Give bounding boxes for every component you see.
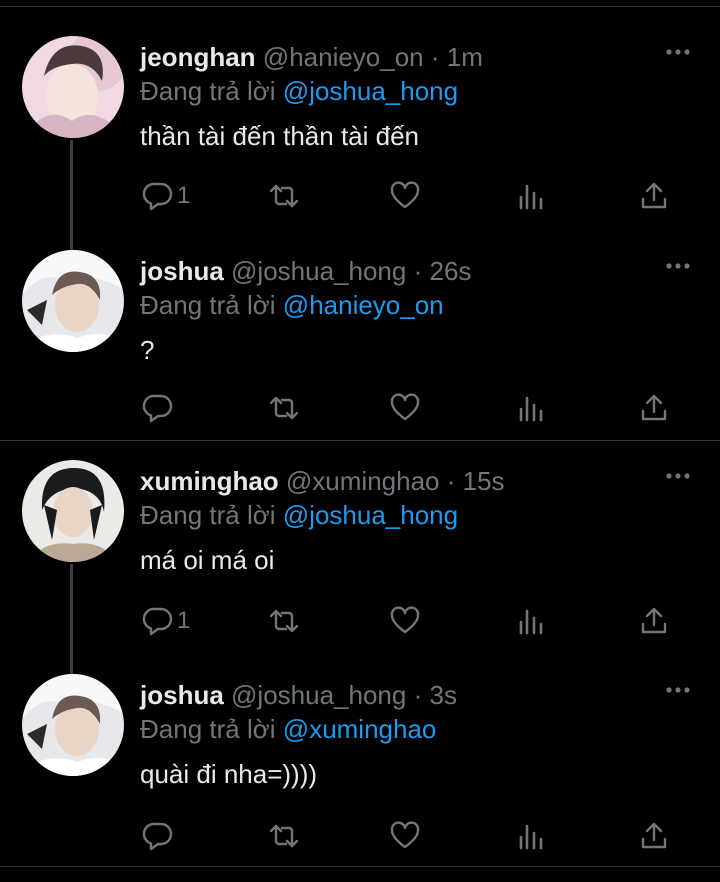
handle[interactable]: @joshua_hong bbox=[231, 256, 406, 286]
top-divider bbox=[0, 6, 720, 7]
display-name[interactable]: xuminghao bbox=[140, 466, 279, 496]
timestamp[interactable]: 26s bbox=[429, 256, 471, 286]
reply-button[interactable] bbox=[142, 390, 177, 426]
analytics-icon bbox=[519, 184, 543, 210]
more-icon[interactable] bbox=[664, 256, 692, 276]
mention-link[interactable]: @xuminghao bbox=[283, 714, 437, 744]
replying-to: Đang trả lời @hanieyo_on bbox=[140, 289, 444, 321]
reply-icon bbox=[142, 607, 173, 636]
analytics-button[interactable] bbox=[515, 603, 547, 639]
more-icon[interactable] bbox=[664, 42, 692, 62]
share-icon bbox=[641, 182, 667, 209]
mention-link[interactable]: @joshua_hong bbox=[283, 76, 458, 106]
analytics-icon bbox=[519, 824, 543, 850]
reply-count: 1 bbox=[177, 607, 191, 634]
retweet-button[interactable] bbox=[268, 178, 300, 214]
avatar-joshua[interactable] bbox=[22, 674, 124, 776]
action-bar: 1 bbox=[0, 178, 720, 218]
like-icon bbox=[390, 181, 420, 209]
thread-divider bbox=[0, 440, 720, 441]
handle[interactable]: @xuminghao bbox=[286, 466, 440, 496]
retweet-button[interactable] bbox=[268, 390, 300, 426]
reply-button[interactable] bbox=[142, 818, 177, 854]
like-button[interactable] bbox=[389, 178, 421, 214]
retweet-button[interactable] bbox=[268, 603, 300, 639]
display-name[interactable]: joshua bbox=[140, 256, 224, 286]
analytics-icon bbox=[519, 396, 543, 422]
action-bar bbox=[0, 818, 720, 858]
like-button[interactable] bbox=[389, 390, 421, 426]
bottom-divider bbox=[0, 866, 720, 867]
share-icon bbox=[641, 607, 667, 634]
more-icon[interactable] bbox=[664, 680, 692, 700]
reply-count: 1 bbox=[177, 182, 191, 209]
tweet-text: quài đi nha=)))) bbox=[140, 759, 318, 789]
retweet-icon bbox=[269, 824, 299, 848]
timestamp[interactable]: 15s bbox=[463, 466, 505, 496]
share-button[interactable] bbox=[638, 178, 670, 214]
reply-prefix: Đang trả lời bbox=[140, 290, 276, 320]
reply-prefix: Đang trả lời bbox=[140, 76, 276, 106]
reply-icon bbox=[142, 394, 173, 423]
like-icon bbox=[390, 606, 420, 634]
avatar-jeonghan[interactable] bbox=[22, 36, 124, 138]
retweet-icon bbox=[269, 184, 299, 208]
like-icon bbox=[390, 821, 420, 849]
reply-button[interactable]: 1 bbox=[142, 178, 190, 214]
avatar-joshua[interactable] bbox=[22, 250, 124, 352]
display-name[interactable]: joshua bbox=[140, 680, 224, 710]
reply-button[interactable]: 1 bbox=[142, 603, 190, 639]
reply-prefix: Đang trả lời bbox=[140, 714, 276, 744]
mention-link[interactable]: @joshua_hong bbox=[283, 500, 458, 530]
analytics-button[interactable] bbox=[515, 818, 547, 854]
tweet-header: xuminghao @xuminghao · 15s bbox=[140, 466, 505, 496]
avatar-xuminghao[interactable] bbox=[22, 460, 124, 562]
action-bar bbox=[0, 390, 720, 430]
share-button[interactable] bbox=[638, 818, 670, 854]
retweet-icon bbox=[269, 396, 299, 420]
like-icon bbox=[390, 393, 420, 421]
more-icon[interactable] bbox=[664, 466, 692, 486]
reply-icon bbox=[142, 182, 173, 211]
share-icon bbox=[641, 822, 667, 849]
replying-to: Đang trả lời @xuminghao bbox=[140, 713, 436, 745]
replying-to: Đang trả lời @joshua_hong bbox=[140, 75, 458, 107]
tweet-header: joshua @joshua_hong · 26s bbox=[140, 256, 472, 286]
handle[interactable]: @hanieyo_on bbox=[263, 42, 424, 72]
retweet-icon bbox=[269, 609, 299, 633]
mention-link[interactable]: @hanieyo_on bbox=[283, 290, 444, 320]
timestamp[interactable]: 1m bbox=[447, 42, 483, 72]
tweet-header: jeonghan @hanieyo_on · 1m bbox=[140, 42, 483, 72]
share-button[interactable] bbox=[638, 390, 670, 426]
display-name[interactable]: jeonghan bbox=[140, 42, 256, 72]
share-icon bbox=[641, 394, 667, 421]
analytics-button[interactable] bbox=[515, 178, 547, 214]
action-bar: 1 bbox=[0, 603, 720, 643]
tweet-text: thần tài đến thần tài đến bbox=[140, 121, 420, 151]
tweet-header: joshua @joshua_hong · 3s bbox=[140, 680, 457, 710]
replying-to: Đang trả lời @joshua_hong bbox=[140, 499, 458, 531]
share-button[interactable] bbox=[638, 603, 670, 639]
reply-icon bbox=[142, 822, 173, 851]
tweet-text: má oi má oi bbox=[140, 545, 275, 575]
handle[interactable]: @joshua_hong bbox=[231, 680, 406, 710]
tweet-text: ? bbox=[140, 335, 155, 365]
like-button[interactable] bbox=[389, 603, 421, 639]
analytics-button[interactable] bbox=[515, 390, 547, 426]
timestamp[interactable]: 3s bbox=[429, 680, 456, 710]
like-button[interactable] bbox=[389, 818, 421, 854]
reply-prefix: Đang trả lời bbox=[140, 500, 276, 530]
retweet-button[interactable] bbox=[268, 818, 300, 854]
analytics-icon bbox=[519, 609, 543, 635]
